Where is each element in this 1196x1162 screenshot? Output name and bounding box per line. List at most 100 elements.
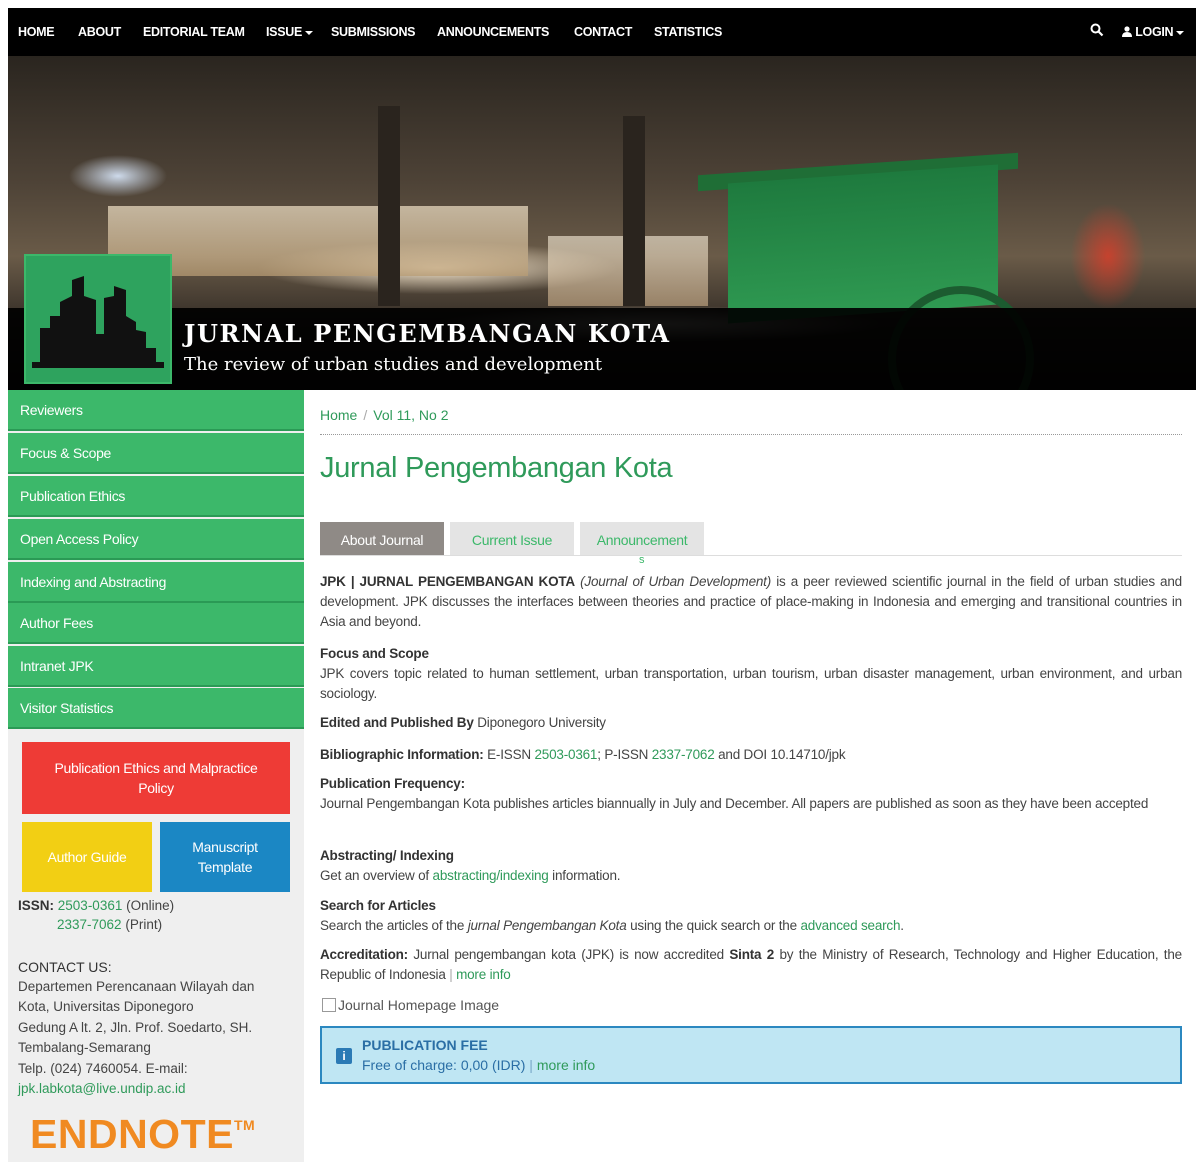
issn-online-link[interactable]: 2503-0361 bbox=[58, 898, 123, 913]
search-pre: Search the articles of the bbox=[320, 918, 465, 933]
info-icon: i bbox=[336, 1048, 352, 1064]
tab-about-journal[interactable]: About Journal bbox=[320, 522, 444, 556]
search-journal-name: jurnal Pengembangan Kota bbox=[467, 918, 627, 933]
search-icon[interactable] bbox=[1090, 23, 1104, 40]
sidebar-item-visitor-statistics[interactable]: Visitor Statistics bbox=[8, 688, 304, 729]
breadcrumb-separator: / bbox=[363, 407, 368, 423]
header-banner: JURNAL PENGEMBANGAN KOTA The review of u… bbox=[8, 56, 1196, 390]
publication-fee-box: i PUBLICATION FEE Free of charge: 0,00 (… bbox=[320, 1026, 1182, 1084]
chevron-down-icon bbox=[1176, 30, 1185, 35]
login-menu[interactable]: LOGIN bbox=[1122, 25, 1185, 39]
intro-paragraph: JPK | JURNAL PENGEMBANGAN KOTA (Journal … bbox=[320, 572, 1182, 632]
fee-text: Free of charge: 0,00 (IDR) bbox=[362, 1057, 526, 1073]
pissn-label: P-ISSN bbox=[604, 747, 649, 762]
nav-announcements[interactable]: ANNOUNCEMENTS bbox=[437, 25, 549, 39]
tab-announcements[interactable]: Announcement bbox=[580, 522, 704, 556]
issn-online: ISSN: 2503-0361 (Online) bbox=[18, 898, 174, 913]
manuscript-template-button[interactable]: Manuscript Template bbox=[160, 822, 290, 892]
published-value: Diponegoro University bbox=[477, 715, 606, 730]
accreditation-rank: Sinta 2 bbox=[729, 947, 775, 962]
breadcrumb-home-link[interactable]: Home bbox=[320, 407, 357, 423]
contact-line: Telp. (024) 7460054. E-mail: bbox=[18, 1061, 188, 1076]
ethics-malpractice-button[interactable]: Publication Ethics and Malpractice Polic… bbox=[22, 742, 290, 814]
sidebar-item-open-access-policy[interactable]: Open Access Policy bbox=[8, 519, 304, 560]
fee-title: PUBLICATION FEE bbox=[362, 1037, 488, 1053]
contact-line: Departemen Perencanaan Wilayah dan bbox=[18, 979, 255, 994]
journal-english-name: (Journal of Urban Development) bbox=[580, 574, 772, 589]
frequency-heading: Publication Frequency: bbox=[320, 776, 465, 791]
sidebar: Reviewers Focus & Scope Publication Ethi… bbox=[8, 390, 304, 1162]
frequency-text: Journal Pengembangan Kota publishes arti… bbox=[320, 796, 1149, 811]
top-navigation-bar: HOME ABOUT EDITORIAL TEAM ISSUE SUBMISSI… bbox=[8, 8, 1196, 56]
breadcrumb: Home / Vol 11, No 2 bbox=[320, 407, 449, 423]
search-line: Search the articles of the jurnal Pengem… bbox=[320, 916, 1182, 936]
nav-statistics[interactable]: STATISTICS bbox=[654, 25, 722, 39]
issn-label: ISSN: bbox=[18, 898, 55, 913]
abstracting-pre: Get an overview of bbox=[320, 868, 429, 883]
journal-name-text: JPK | JURNAL PENGEMBANGAN KOTA bbox=[320, 574, 575, 589]
issn-print-suffix: (Print) bbox=[125, 917, 163, 932]
doi-text: and DOI 10.14710/jpk bbox=[718, 747, 846, 762]
user-icon bbox=[1122, 25, 1132, 39]
issn-online-suffix: (Online) bbox=[126, 898, 175, 913]
pissn-link[interactable]: 2337-7062 bbox=[652, 747, 715, 762]
advanced-search-link[interactable]: advanced search bbox=[800, 918, 900, 933]
breadcrumb-divider bbox=[320, 434, 1182, 435]
accreditation-label: Accreditation: bbox=[320, 947, 408, 962]
fee-separator: | bbox=[529, 1057, 533, 1073]
bibliographic-info: Bibliographic Information: E-ISSN 2503-0… bbox=[320, 745, 1182, 765]
tab-bar-divider bbox=[320, 555, 1182, 556]
nav-submissions[interactable]: SUBMISSIONS bbox=[331, 25, 416, 39]
abstracting-link[interactable]: abstracting/indexing bbox=[433, 868, 549, 883]
issn-print: 2337-7062 (Print) bbox=[57, 917, 162, 932]
sidebar-item-intranet-jpk[interactable]: Intranet JPK bbox=[8, 646, 304, 687]
nav-home[interactable]: HOME bbox=[18, 25, 55, 39]
issn-print-link[interactable]: 2337-7062 bbox=[57, 917, 122, 932]
sidebar-item-author-fees[interactable]: Author Fees bbox=[8, 603, 304, 644]
tab-current-issue[interactable]: Current Issue bbox=[450, 522, 574, 556]
nav-issue[interactable]: ISSUE bbox=[266, 25, 314, 39]
banner-photo-pillar bbox=[623, 116, 645, 306]
endnote-logo[interactable]: ENDNOTETM bbox=[30, 1111, 255, 1158]
journal-title: JURNAL PENGEMBANGAN KOTA bbox=[184, 319, 671, 348]
published-by: Edited and Published By Diponegoro Unive… bbox=[320, 713, 1182, 733]
fee-more-info-link[interactable]: more info bbox=[537, 1057, 595, 1073]
abstracting-line: Get an overview of abstracting/indexing … bbox=[320, 866, 1182, 886]
focus-text: JPK covers topic related to human settle… bbox=[320, 666, 1182, 701]
search-mid: using the quick search or the bbox=[630, 918, 797, 933]
journal-homepage-image: Journal Homepage Image bbox=[322, 997, 499, 1013]
contact-line: Gedung A lt. 2, Jln. Prof. Soedarto, SH. bbox=[18, 1020, 253, 1035]
abstracting-section: Abstracting/ Indexing Get an overview of… bbox=[320, 846, 1182, 886]
sidebar-item-publication-ethics[interactable]: Publication Ethics bbox=[8, 476, 304, 517]
image-alt-text: Journal Homepage Image bbox=[338, 997, 500, 1013]
search-post: . bbox=[900, 918, 904, 933]
accreditation-pre: Jurnal pengembangan kota (JPK) is now ac… bbox=[413, 947, 724, 962]
endnote-trademark: TM bbox=[233, 1117, 256, 1133]
abstracting-heading: Abstracting/ Indexing bbox=[320, 848, 454, 863]
accreditation-section: Accreditation: Jurnal pengembangan kota … bbox=[320, 945, 1182, 985]
focus-heading: Focus and Scope bbox=[320, 646, 429, 661]
sidebar-item-focus-scope[interactable]: Focus & Scope bbox=[8, 433, 304, 474]
author-guide-button[interactable]: Author Guide bbox=[22, 822, 152, 892]
page-title: Jurnal Pengembangan Kota bbox=[320, 452, 673, 484]
contact-email-link[interactable]: jpk.labkota@live.undip.ac.id bbox=[18, 1081, 186, 1096]
accreditation-separator: | bbox=[449, 967, 453, 982]
search-heading: Search for Articles bbox=[320, 898, 436, 913]
endnote-logo-text: ENDNOTE bbox=[30, 1111, 234, 1157]
sidebar-item-indexing-abstracting[interactable]: Indexing and Abstracting bbox=[8, 562, 304, 603]
journal-logo[interactable] bbox=[24, 254, 172, 384]
chevron-down-icon bbox=[305, 30, 314, 35]
login-label: LOGIN bbox=[1135, 25, 1174, 39]
city-buildings-icon bbox=[32, 276, 164, 368]
contact-heading: CONTACT US: bbox=[18, 959, 112, 975]
nav-contact[interactable]: CONTACT bbox=[574, 25, 632, 39]
frequency-section: Publication Frequency: Journal Pengemban… bbox=[320, 774, 1182, 814]
sidebar-item-reviewers[interactable]: Reviewers bbox=[8, 390, 304, 431]
accreditation-more-info-link[interactable]: more info bbox=[456, 967, 511, 982]
breadcrumb-current-link[interactable]: Vol 11, No 2 bbox=[373, 407, 448, 423]
abstracting-post: information. bbox=[552, 868, 621, 883]
focus-section: Focus and Scope JPK covers topic related… bbox=[320, 644, 1182, 704]
eissn-link[interactable]: 2503-0361 bbox=[534, 747, 597, 762]
nav-about[interactable]: ABOUT bbox=[78, 25, 121, 39]
nav-editorial-team[interactable]: EDITORIAL TEAM bbox=[143, 25, 245, 39]
